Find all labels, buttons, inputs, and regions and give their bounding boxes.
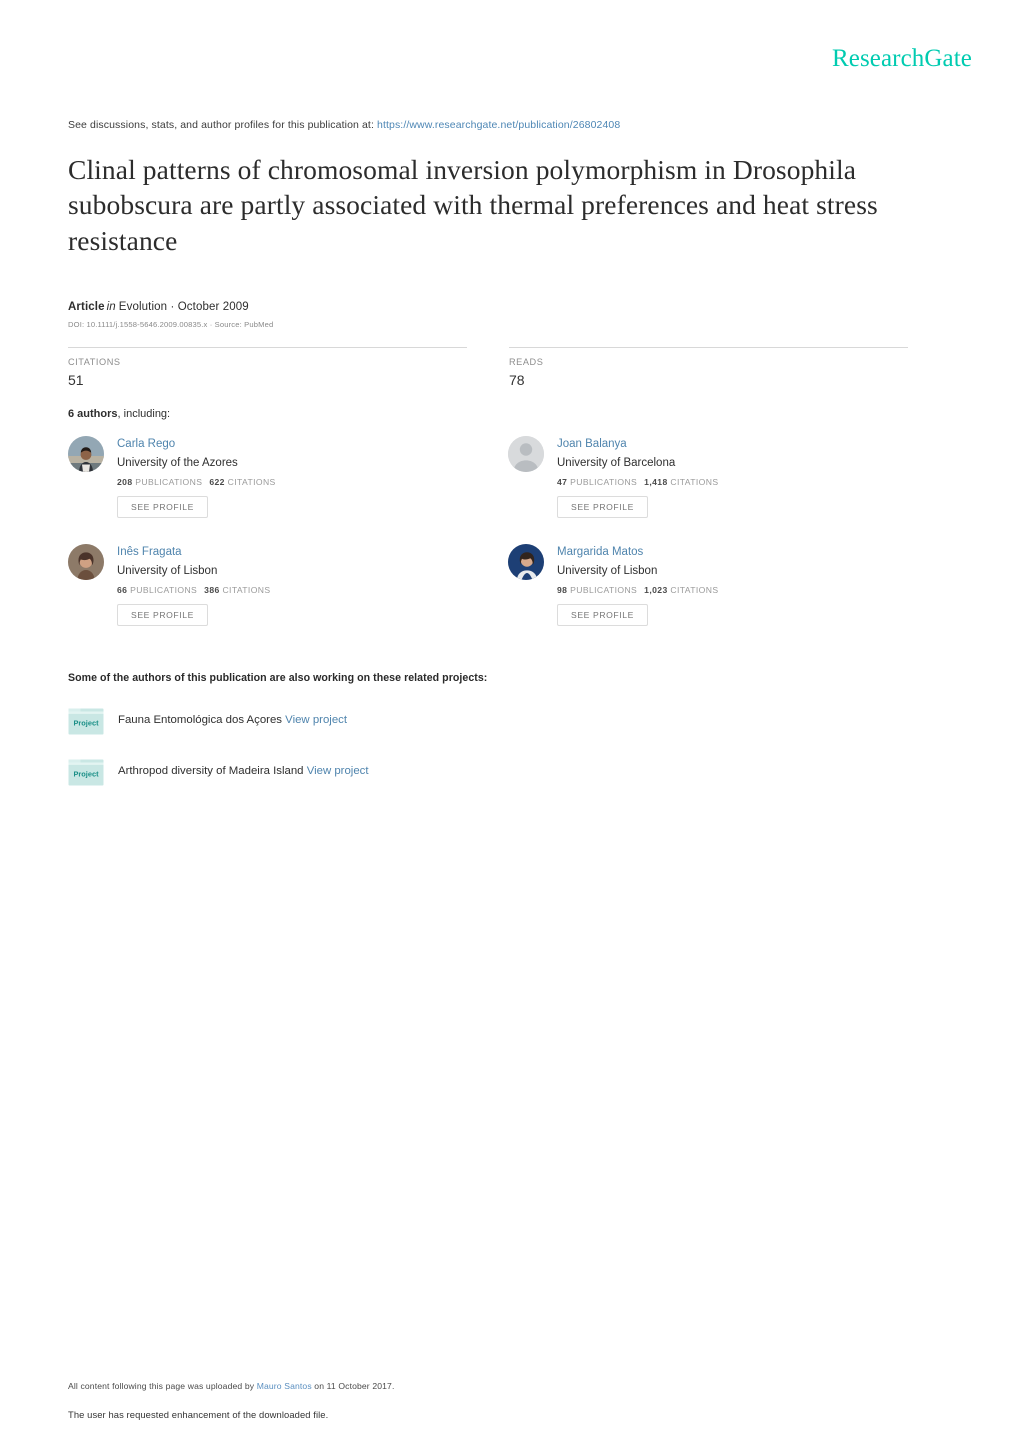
author-institution: University of Lisbon [117, 564, 218, 577]
stats-row: CITATIONS 51 READS 78 [68, 347, 908, 388]
publication-url-link[interactable]: https://www.researchgate.net/publication… [377, 119, 620, 131]
author-citations-count: 1,023 [644, 585, 668, 596]
reads-label: READS [509, 357, 544, 368]
author-publications-label: PUBLICATIONS [130, 585, 198, 596]
authors-grid: Carla Rego University of the Azores 208 PU… [68, 436, 948, 652]
article-in-word: in [106, 301, 116, 314]
publication-cover-page: ResearchGate See discussions, stats, and… [0, 0, 1020, 1441]
author-name-link[interactable]: Joan Balanya [557, 437, 718, 453]
doi-line: DOI: 10.1111/j.1558-5646.2009.00835.x · … [68, 320, 274, 330]
citations-divider [68, 347, 467, 349]
page-footer: All content following this page was uplo… [68, 1381, 908, 1420]
article-meta-line: Article in Evolution · October 2009 [68, 301, 908, 313]
avatar[interactable] [68, 544, 104, 581]
projects-list: Project Fauna Entomológica dos Açores Vie… [68, 705, 908, 786]
see-profile-button[interactable]: SEE PROFILE [117, 604, 208, 626]
author-card: Inês Fragata University of Lisbon 66 PUBLI… [68, 544, 508, 628]
citations-label: CITATIONS [68, 357, 121, 368]
author-metrics: 47 PUBLICATIONS 1,418 CITATIONS [557, 477, 718, 487]
content-column: See discussions, stats, and author profi… [68, 0, 908, 786]
author-citations-label: CITATIONS [222, 585, 271, 596]
author-citations-label: CITATIONS [670, 585, 719, 596]
author-name-link[interactable]: Inês Fragata [117, 545, 271, 561]
author-publications-count: 98 [557, 585, 568, 596]
author-citations-count: 1,418 [644, 477, 668, 488]
author-publications-label: PUBLICATIONS [570, 585, 638, 596]
enhancement-notice: The user has requested enhancement of th… [68, 1409, 329, 1420]
author-institution: University of the Azores [117, 456, 238, 469]
avatar[interactable] [508, 544, 544, 581]
project-text: Fauna Entomológica dos Açores View proje… [118, 713, 347, 728]
avatar[interactable] [508, 436, 544, 473]
author-metrics: 208 PUBLICATIONS 622 CITATIONS [117, 477, 276, 487]
article-type-label: Article [68, 301, 105, 314]
author-name-link[interactable]: Margarida Matos [557, 545, 718, 561]
author-details: Carla Rego University of the Azores 208 PU… [117, 436, 276, 520]
project-row: Project Arthropod diversity of Madeira Is… [68, 756, 908, 786]
upload-credit-line: All content following this page was uplo… [68, 1381, 908, 1391]
author-name-link[interactable]: Carla Rego [117, 437, 276, 453]
author-citations-label: CITATIONS [227, 477, 276, 488]
discussion-prefix: See discussions, stats, and author profi… [68, 119, 374, 131]
view-project-link[interactable]: View project [307, 765, 369, 777]
author-publications-label: PUBLICATIONS [135, 477, 203, 488]
authors-heading: 6 authors, including: [68, 408, 908, 420]
author-details: Joan Balanya University of Barcelona 47 PU… [557, 436, 718, 520]
see-profile-button[interactable]: SEE PROFILE [557, 604, 648, 626]
citations-stat: CITATIONS 51 [68, 347, 467, 388]
author-publications-count: 66 [117, 585, 128, 596]
authors-count: 6 authors [68, 408, 118, 421]
author-metrics: 66 PUBLICATIONS 386 CITATIONS [117, 585, 271, 595]
author-institution: University of Barcelona [557, 456, 676, 469]
author-institution: University of Lisbon [557, 564, 658, 577]
project-title: Arthropod diversity of Madeira Island [118, 764, 304, 777]
reads-stat: READS 78 [509, 347, 908, 388]
see-profile-button[interactable]: SEE PROFILE [117, 496, 208, 518]
discussion-line: See discussions, stats, and author profi… [68, 119, 908, 133]
author-publications-label: PUBLICATIONS [570, 477, 638, 488]
author-card: Carla Rego University of the Azores 208 PU… [68, 436, 508, 520]
view-project-link[interactable]: View project [285, 714, 347, 726]
project-row: Project Fauna Entomológica dos Açores Vie… [68, 705, 908, 735]
uploader-link[interactable]: Mauro Santos [257, 1381, 312, 1391]
project-title: Fauna Entomológica dos Açores [118, 713, 282, 726]
upload-credit-prefix: All content following this page was uplo… [68, 1381, 255, 1391]
reads-divider [509, 347, 908, 349]
author-metrics: 98 PUBLICATIONS 1,023 CITATIONS [557, 585, 718, 595]
svg-text:Project: Project [73, 719, 99, 728]
author-publications-count: 208 [117, 477, 133, 488]
article-venue: Evolution · October 2009 [118, 301, 249, 314]
see-profile-button[interactable]: SEE PROFILE [557, 496, 648, 518]
authors-including: , including: [117, 408, 171, 421]
reads-value: 78 [509, 372, 525, 389]
page-title: Clinal patterns of chromosomal inversion… [68, 153, 878, 256]
project-text: Arthropod diversity of Madeira Island Vi… [118, 764, 369, 779]
author-details: Inês Fragata University of Lisbon 66 PUBLI… [117, 544, 271, 628]
project-folder-icon: Project [68, 756, 104, 786]
author-citations-count: 386 [204, 585, 220, 596]
projects-heading: Some of the authors of this publication … [68, 672, 488, 685]
author-card: Joan Balanya University of Barcelona 47 PU… [508, 436, 948, 520]
citations-value: 51 [68, 372, 84, 389]
author-citations-label: CITATIONS [670, 477, 719, 488]
avatar[interactable] [68, 436, 104, 473]
author-card: Margarida Matos University of Lisbon 98 PU… [508, 544, 948, 628]
svg-text:Project: Project [73, 770, 99, 779]
author-publications-count: 47 [557, 477, 568, 488]
upload-credit-suffix: on 11 October 2017. [314, 1381, 395, 1391]
author-citations-count: 622 [209, 477, 225, 488]
author-details: Margarida Matos University of Lisbon 98 PU… [557, 544, 718, 628]
project-folder-icon: Project [68, 705, 104, 735]
